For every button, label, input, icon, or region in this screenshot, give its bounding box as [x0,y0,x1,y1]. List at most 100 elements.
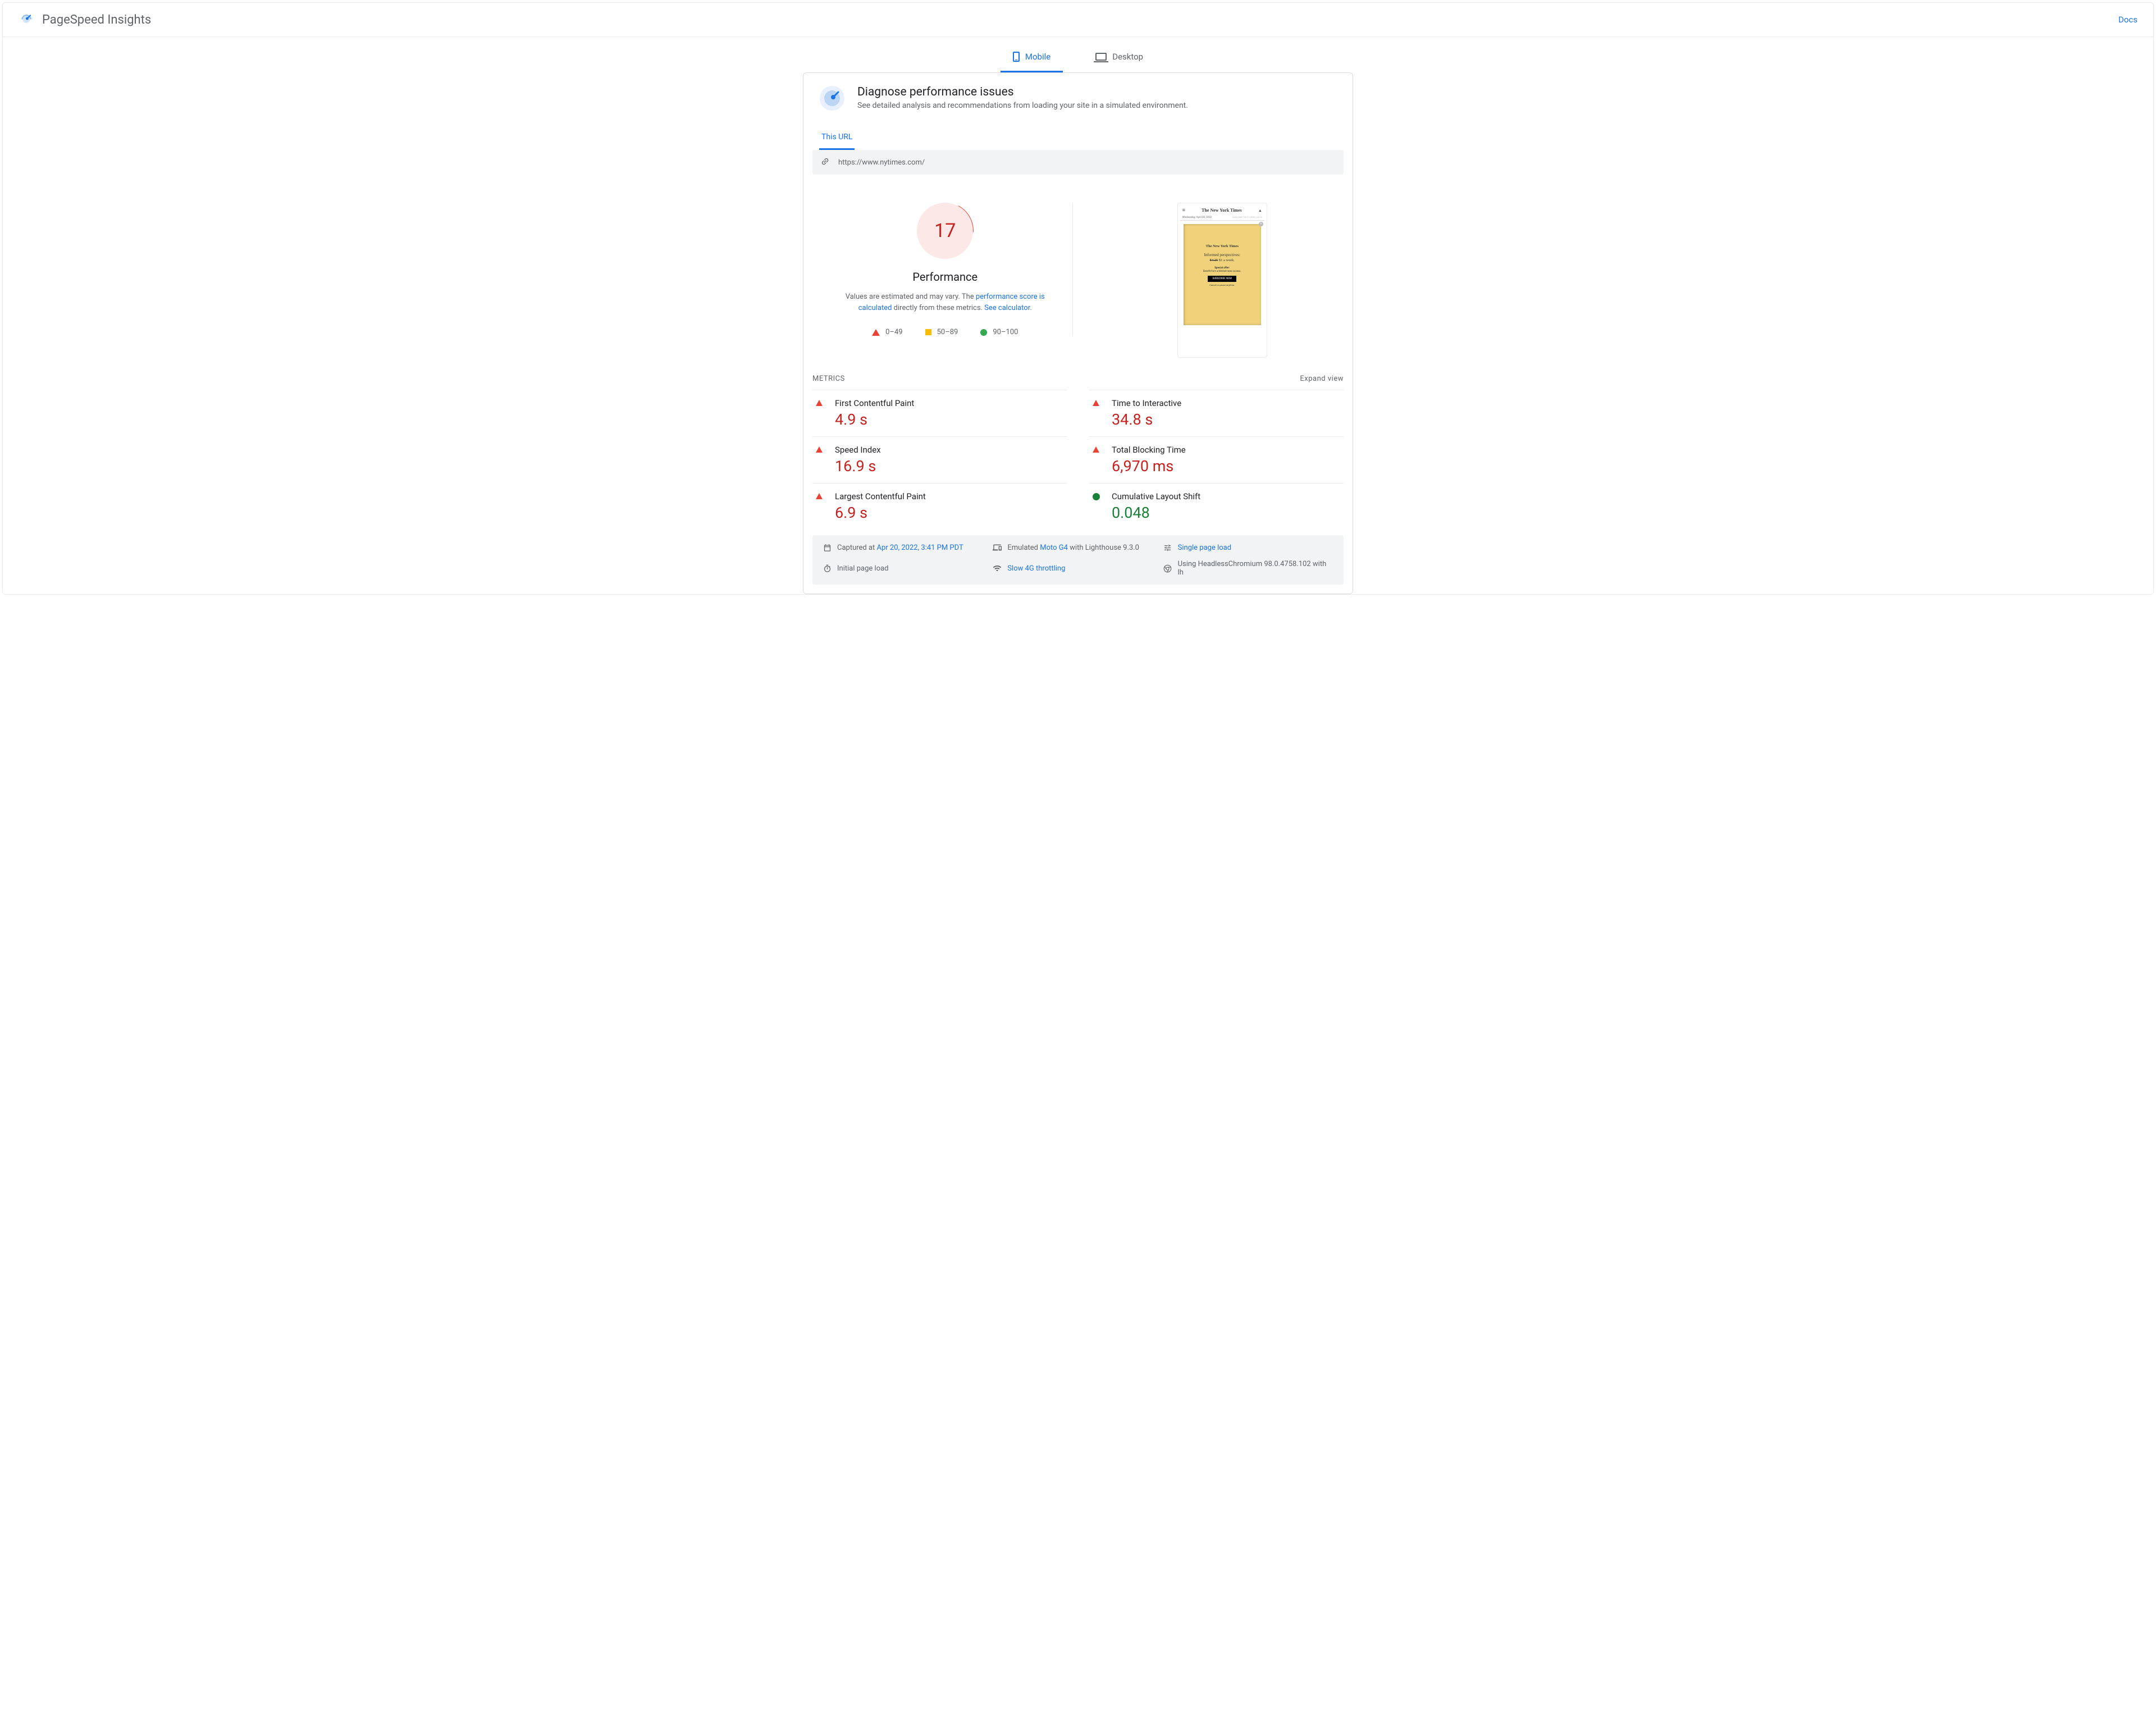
metric-name: Cumulative Layout Shift [1112,491,1340,501]
thumb-ad-button: SUBSCRIBE NOW [1208,276,1236,282]
metric-si: Speed Index 16.9 s [812,436,1067,483]
gauge-header-icon [819,85,845,113]
runtime-info: Captured at Apr 20, 2022, 3:41 PM PDT Em… [812,535,1344,585]
legend-fail: 0–49 [872,328,902,336]
info-single-load: Single page load [1163,543,1333,552]
captured-link[interactable]: Apr 20, 2022, 3:41 PM PDT [877,544,963,552]
chrome-icon [1163,564,1172,573]
report-card: Diagnose performance issues See detailed… [803,72,1353,594]
triangle-red-icon [816,400,823,406]
triangle-red-icon [1093,446,1099,453]
metric-tti: Time to Interactive 34.8 s [1089,390,1344,436]
throttling-link[interactable]: Slow 4G throttling [1007,564,1065,573]
psi-logo-icon [19,11,34,29]
info-throttling-text: Slow 4G throttling [1007,564,1065,573]
metrics-col-right: Time to Interactive 34.8 s Total Blockin… [1089,390,1344,530]
header-left: PageSpeed Insights [19,11,151,29]
thumb-close-icon: × [1259,222,1263,226]
thumb-ad-cancel: Cancel or pause anytime. [1184,284,1261,286]
triangle-red-icon [1093,400,1099,406]
metric-value: 0.048 [1112,504,1340,522]
screenshot-area: ≡ The New York Times ▲ Wednesday, April … [1073,203,1344,358]
page-screenshot-thumbnail: ≡ The New York Times ▲ Wednesday, April … [1177,203,1267,358]
triangle-red-icon [816,446,823,453]
expand-view-toggle[interactable]: Expand view [1300,375,1344,383]
thumb-subnav: SUBSCRIBE FOR $1/WEEK LOG IN [1232,216,1262,219]
thumb-ad-price: $4.25 $1 a week. [1184,258,1261,262]
single-load-link[interactable]: Single page load [1178,544,1231,552]
timer-icon [823,564,832,573]
circle-green-icon [1093,493,1100,500]
gauge-description: Values are estimated and may vary. The p… [835,291,1056,313]
circle-green-icon [980,329,987,336]
info-captured: Captured at Apr 20, 2022, 3:41 PM PDT [823,543,993,552]
metrics-header: METRICS Expand view [803,358,1353,390]
tab-desktop-label: Desktop [1112,52,1143,62]
metric-fcp: First Contentful Paint 4.9 s [812,390,1067,436]
diagnose-header: Diagnose performance issues See detailed… [803,73,1353,119]
metric-lcp: Largest Contentful Paint 6.9 s [812,483,1067,530]
metrics-title: METRICS [812,375,845,383]
legend-avg-label: 50–89 [937,328,958,336]
url-bar: https://www.nytimes.com/ [812,150,1344,175]
metric-name: Largest Contentful Paint [835,491,1063,501]
devices-icon [993,543,1002,552]
gauge-desc-3: . [1030,304,1031,312]
gauge-desc-1: Values are estimated and may vary. The [846,293,976,301]
tab-mobile[interactable]: Mobile [1001,47,1063,72]
emulated-device-link[interactable]: Moto G4 [1040,544,1068,552]
metric-value: 4.9 s [835,411,1063,428]
triangle-red-icon [816,493,823,499]
app-title: PageSpeed Insights [42,13,151,27]
performance-gauge: 17 [917,203,973,259]
tab-desktop[interactable]: Desktop [1083,47,1155,72]
info-throttling: Slow 4G throttling [993,560,1163,577]
gauge-score: 17 [934,220,956,242]
score-summary: 17 Performance Values are estimated and … [812,203,1073,336]
info-chromium: Using HeadlessChromium 98.0.4758.102 wit… [1163,560,1333,577]
app-header: PageSpeed Insights Docs [3,3,2153,37]
metric-value: 16.9 s [835,457,1063,475]
metrics-col-left: First Contentful Paint 4.9 s Speed Index… [812,390,1067,530]
tune-icon [1163,543,1172,552]
metric-name: Speed Index [835,445,1063,455]
device-tabs: Mobile Desktop [3,37,2153,72]
legend-pass-label: 90–100 [993,328,1018,336]
url-value: https://www.nytimes.com/ [838,158,925,167]
legend-fail-label: 0–49 [885,328,902,336]
metric-name: Total Blocking Time [1112,445,1340,455]
thumb-user-icon: ▲ [1258,208,1262,213]
score-section: 17 Performance Values are estimated and … [803,176,1353,358]
info-chromium-text: Using HeadlessChromium 98.0.4758.102 wit… [1178,560,1333,577]
tab-mobile-label: Mobile [1025,52,1050,62]
calc-link-2[interactable]: See calculator [984,304,1030,312]
metric-name: Time to Interactive [1112,398,1340,408]
legend-pass: 90–100 [980,328,1018,336]
thumb-menu-icon: ≡ [1182,207,1185,213]
info-initial-load: Initial page load [823,560,993,577]
network-icon [993,564,1002,573]
thumb-ad: × The New York Times Informed perspectiv… [1184,224,1261,325]
metric-value: 34.8 s [1112,411,1340,428]
thumb-date: Wednesday, April 20, 2022 [1182,216,1212,219]
thumb-ad-logo: The New York Times [1184,244,1261,248]
legend-avg: 50–89 [925,328,958,336]
gauge-label: Performance [912,270,977,284]
docs-link[interactable]: Docs [2118,15,2137,25]
metric-name: First Contentful Paint [835,398,1063,408]
score-legend: 0–49 50–89 90–100 [872,328,1018,336]
gauge-desc-2: directly from these metrics. [892,304,984,312]
thumb-ad-special: Special offer: [1184,267,1261,270]
thumb-ad-headline: Informed perspectives: [1184,253,1261,257]
diagnose-subtitle: See detailed analysis and recommendation… [857,101,1188,110]
info-initial-load-text: Initial page load [837,564,889,573]
info-single-load-text: Single page load [1178,544,1231,552]
link-icon [819,155,833,169]
triangle-red-icon [872,329,880,336]
diagnose-title: Diagnose performance issues [857,85,1188,99]
tab-this-url[interactable]: This URL [819,129,855,150]
desktop-icon [1095,53,1107,61]
square-orange-icon [925,329,931,335]
metric-value: 6.9 s [835,504,1063,522]
info-emulated-text: Emulated Moto G4 with Lighthouse 9.3.0 [1007,544,1139,552]
